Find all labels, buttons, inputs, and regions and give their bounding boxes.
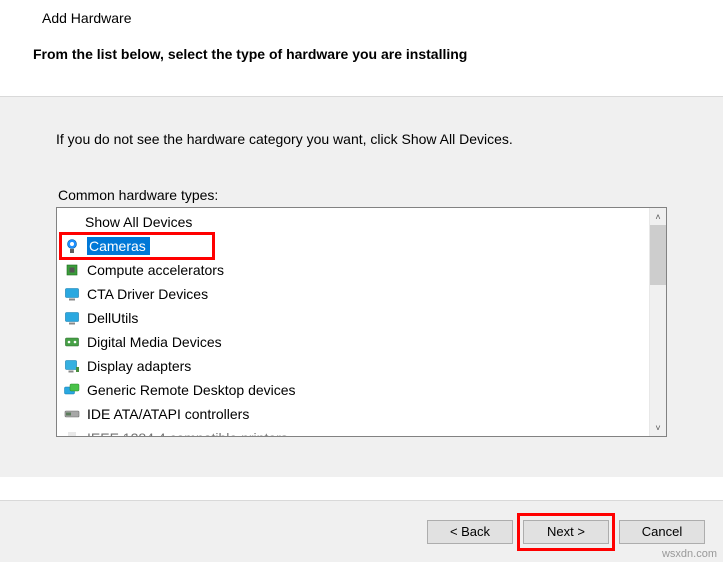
info-text: If you do not see the hardware category … xyxy=(56,131,667,147)
media-icon xyxy=(63,333,81,351)
list-item-label: IEEE 1284.4 compatible printers xyxy=(87,430,288,436)
list-item[interactable]: Display adapters xyxy=(57,354,649,378)
list-item-label: Display adapters xyxy=(87,358,191,374)
list-item-label: CTA Driver Devices xyxy=(87,286,208,302)
list-item[interactable]: Generic Remote Desktop devices xyxy=(57,378,649,402)
list-item[interactable]: Compute accelerators xyxy=(57,258,649,282)
scroll-thumb[interactable] xyxy=(650,225,666,285)
hardware-types-items: Show All Devices Cameras Compute acceler… xyxy=(57,208,649,436)
list-item-label: IDE ATA/ATAPI controllers xyxy=(87,406,249,422)
cancel-button[interactable]: Cancel xyxy=(619,520,705,544)
monitor-icon xyxy=(63,285,81,303)
wizard-footer: < Back Next > Cancel xyxy=(0,500,723,562)
scroll-up-button[interactable]: ˄ xyxy=(650,208,666,225)
next-button[interactable]: Next > xyxy=(523,520,609,544)
scrollbar[interactable]: ˄ ˅ xyxy=(649,208,666,436)
ide-controller-icon xyxy=(63,405,81,423)
hardware-types-listbox[interactable]: Show All Devices Cameras Compute acceler… xyxy=(56,207,667,437)
back-button[interactable]: < Back xyxy=(427,520,513,544)
wizard-content: If you do not see the hardware category … xyxy=(0,97,723,477)
list-item[interactable]: Digital Media Devices xyxy=(57,330,649,354)
monitor-icon xyxy=(63,309,81,327)
wizard-title: Add Hardware xyxy=(42,10,705,26)
list-item[interactable]: IDE ATA/ATAPI controllers xyxy=(57,402,649,426)
list-item-label: DellUtils xyxy=(87,310,138,326)
printer-icon xyxy=(63,429,81,436)
remote-desktop-icon xyxy=(63,381,81,399)
wizard-header: Add Hardware From the list below, select… xyxy=(0,0,723,97)
annotation-highlight: Next > xyxy=(523,520,609,544)
wizard-subtitle: From the list below, select the type of … xyxy=(33,46,705,62)
list-item[interactable]: CTA Driver Devices xyxy=(57,282,649,306)
list-label: Common hardware types: xyxy=(58,187,667,203)
scroll-down-button[interactable]: ˅ xyxy=(650,419,666,436)
camera-icon xyxy=(63,237,81,255)
list-item-label: Compute accelerators xyxy=(87,262,224,278)
list-item[interactable]: Show All Devices xyxy=(57,210,649,234)
list-item[interactable]: Cameras xyxy=(57,234,649,258)
chip-icon xyxy=(63,261,81,279)
list-item-label: Cameras xyxy=(89,238,146,254)
chevron-down-icon: ˅ xyxy=(655,423,660,433)
scroll-track[interactable] xyxy=(650,225,666,419)
list-item[interactable]: DellUtils xyxy=(57,306,649,330)
list-item[interactable]: IEEE 1284.4 compatible printers xyxy=(57,426,649,436)
display-adapter-icon xyxy=(63,357,81,375)
chevron-up-icon: ˄ xyxy=(655,212,660,222)
list-item-label: Show All Devices xyxy=(85,214,192,230)
list-item-label: Generic Remote Desktop devices xyxy=(87,382,296,398)
list-item-label: Digital Media Devices xyxy=(87,334,222,350)
watermark: wsxdn.com xyxy=(662,548,717,560)
